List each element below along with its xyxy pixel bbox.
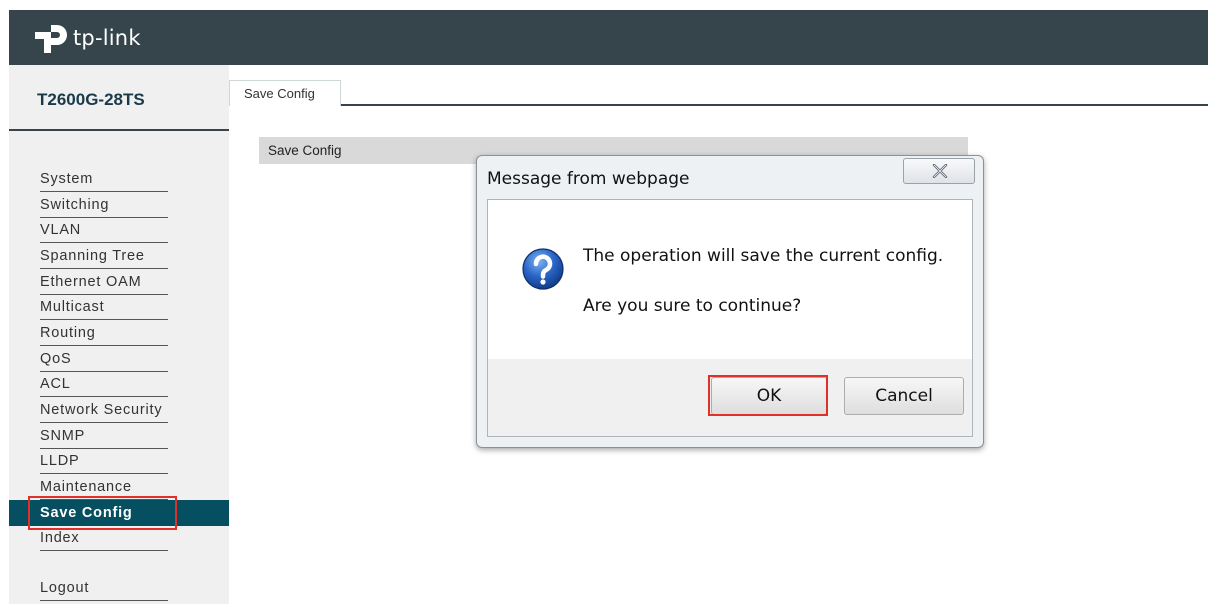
sidebar-item-snmp[interactable]: SNMP	[40, 423, 168, 449]
logout-link[interactable]: Logout	[40, 575, 168, 601]
sidebar-item-vlan[interactable]: VLAN	[40, 217, 168, 243]
top-header: tp-link	[9, 10, 1208, 65]
sidebar-item-spanning-tree[interactable]: Spanning Tree	[40, 243, 168, 269]
dialog-close-button[interactable]	[903, 158, 975, 184]
brand-name: tp-link	[73, 26, 141, 50]
ok-button-highlight	[708, 375, 828, 416]
sidebar-item-system[interactable]: System	[40, 166, 168, 192]
sidebar-item-routing[interactable]: Routing	[40, 320, 168, 346]
tab-save-config[interactable]: Save Config	[229, 80, 341, 106]
sidebar-item-lldp[interactable]: LLDP	[40, 448, 168, 474]
dialog-title: Message from webpage	[487, 169, 690, 189]
tab-divider	[341, 104, 1208, 106]
sidebar-item-qos[interactable]: QoS	[40, 346, 168, 372]
sidebar-item-switching[interactable]: Switching	[40, 192, 168, 218]
dialog-message-line1: The operation will save the current conf…	[583, 246, 944, 266]
save-config-highlight	[28, 496, 177, 530]
close-icon	[932, 164, 948, 178]
tp-link-logo[interactable]: tp-link	[35, 23, 141, 53]
dialog-message-line2: Are you sure to continue?	[583, 296, 802, 316]
model-divider	[9, 129, 229, 131]
cancel-button[interactable]: Cancel	[844, 377, 964, 415]
sidebar-item-ethernet-oam[interactable]: Ethernet OAM	[40, 269, 168, 295]
sidebar-item-acl[interactable]: ACL	[40, 371, 168, 397]
sidebar-item-multicast[interactable]: Multicast	[40, 294, 168, 320]
sidebar-item-network-security[interactable]: Network Security	[40, 397, 168, 423]
device-model: T2600G-28TS	[37, 90, 145, 109]
tp-link-logo-icon	[35, 25, 67, 53]
question-icon	[522, 248, 564, 290]
